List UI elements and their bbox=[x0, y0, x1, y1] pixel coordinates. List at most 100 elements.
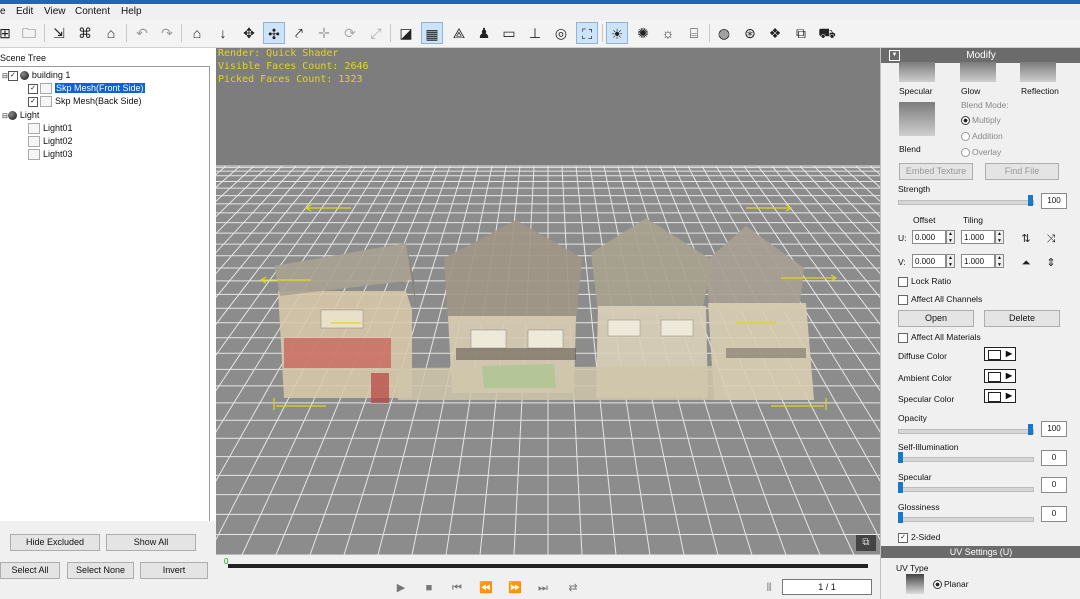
home-view-icon[interactable]: ⌂ bbox=[186, 22, 208, 44]
u-tiling-spinner[interactable]: ▲ ▼ bbox=[995, 230, 1004, 244]
tree-toggle-icon[interactable]: ⊞ bbox=[0, 22, 16, 44]
box-select-icon[interactable]: ◪ bbox=[395, 22, 417, 44]
menu-file[interactable]: e bbox=[0, 6, 6, 17]
flip-v-icon[interactable]: ⏶ bbox=[1015, 252, 1037, 274]
blend-map-tile[interactable] bbox=[899, 102, 935, 136]
hide-excluded-button[interactable]: Hide Excluded bbox=[10, 534, 100, 551]
building-icon[interactable]: ⌸ bbox=[683, 22, 705, 44]
v-tiling-spinner[interactable]: ▲ ▼ bbox=[995, 254, 1004, 268]
v-offset-input[interactable]: 0.000 bbox=[912, 254, 946, 268]
loop-icon[interactable]: ⇄ bbox=[562, 577, 584, 599]
u-offset-input[interactable]: 0.000 bbox=[912, 230, 946, 244]
self-illumination-input[interactable]: 0 bbox=[1041, 450, 1067, 466]
export-icon[interactable]: ⌘ bbox=[74, 22, 96, 44]
glossiness-input[interactable]: 0 bbox=[1041, 506, 1067, 522]
rotate-uv-icon[interactable]: ⤨ bbox=[1040, 228, 1062, 250]
import-icon[interactable]: ⇲ bbox=[48, 22, 70, 44]
diffuse-color-swatch[interactable]: ▶ bbox=[984, 347, 1016, 361]
strength-input[interactable]: 100 bbox=[1041, 193, 1067, 209]
reflection-map-tile[interactable] bbox=[1020, 62, 1056, 82]
grid-icon[interactable]: ▦ bbox=[421, 22, 443, 44]
rotate-icon[interactable]: ⟳ bbox=[339, 22, 361, 44]
tree-item-front-mesh[interactable]: ✓ Skp Mesh(Front Side) bbox=[28, 83, 145, 95]
u-offset-spinner[interactable]: ▲ ▼ bbox=[946, 230, 955, 244]
frame-counter[interactable]: 1 / 1 bbox=[782, 579, 872, 595]
lock-ratio-checkbox[interactable]: Lock Ratio bbox=[898, 276, 951, 287]
translate-icon[interactable]: ✛ bbox=[313, 22, 335, 44]
scale-icon[interactable]: ⤢ bbox=[365, 22, 387, 44]
redo-icon[interactable]: ↷ bbox=[156, 22, 178, 44]
paint-icon[interactable]: ❖ bbox=[764, 22, 786, 44]
invert-button[interactable]: Invert bbox=[140, 562, 208, 579]
opacity-slider[interactable] bbox=[898, 429, 1034, 434]
last-frame-icon[interactable]: ⏭ bbox=[532, 577, 554, 599]
menu-help[interactable]: Help bbox=[121, 6, 142, 17]
sphere-icon[interactable]: ◎ bbox=[550, 22, 572, 44]
embed-texture-button[interactable]: Embed Texture bbox=[899, 163, 973, 180]
opacity-input[interactable]: 100 bbox=[1041, 421, 1067, 437]
axis-icon[interactable]: ⊥ bbox=[524, 22, 546, 44]
tree-item-light02[interactable]: Light02 bbox=[28, 136, 73, 148]
menu-edit[interactable]: Edit bbox=[16, 6, 33, 17]
pick-icon[interactable]: ⤤ bbox=[288, 22, 310, 44]
timeline-menu-icon[interactable]: ⫴ bbox=[758, 577, 780, 599]
overlay-radio[interactable]: Overlay bbox=[961, 147, 1001, 158]
texture-icon[interactable]: ⧉ bbox=[790, 22, 812, 44]
find-file-button[interactable]: Find File bbox=[985, 163, 1059, 180]
checkbox-icon[interactable]: ✓ bbox=[28, 83, 38, 94]
delete-button[interactable]: Delete bbox=[984, 310, 1060, 327]
show-all-button[interactable]: Show All bbox=[106, 534, 196, 551]
self-illumination-slider[interactable] bbox=[898, 457, 1034, 462]
package-icon[interactable]: ⌂ bbox=[100, 22, 122, 44]
next-frame-icon[interactable]: ⏩ bbox=[504, 577, 526, 599]
tree-item-light03[interactable]: Light03 bbox=[28, 149, 73, 161]
specular-level-slider[interactable] bbox=[898, 487, 1034, 492]
checkbox-icon[interactable]: ✓ bbox=[7, 70, 18, 81]
specular-color-swatch[interactable]: ▶ bbox=[984, 389, 1016, 403]
tree-item-back-mesh[interactable]: ✓ Skp Mesh(Back Side) bbox=[28, 96, 142, 108]
move-icon[interactable]: ✥ bbox=[238, 22, 260, 44]
specular-level-input[interactable]: 0 bbox=[1041, 477, 1067, 493]
display-icon[interactable]: ▭ bbox=[498, 22, 520, 44]
tree-item-building[interactable]: ⊟ ✓ building 1 bbox=[2, 70, 70, 81]
orbit-icon[interactable]: ✣ bbox=[263, 22, 285, 44]
open-folder-icon[interactable]: 🗀 bbox=[18, 22, 40, 44]
multiply-radio[interactable]: Multiply bbox=[961, 115, 1001, 126]
two-sided-checkbox[interactable]: ✓ 2-Sided bbox=[898, 532, 940, 543]
material-icon[interactable]: ⊛ bbox=[739, 22, 761, 44]
globe-icon[interactable]: ◍ bbox=[713, 22, 735, 44]
uv-settings-header[interactable]: UV Settings (U) bbox=[881, 546, 1080, 558]
cart-icon[interactable]: ⛟ bbox=[816, 22, 838, 44]
zoom-extents-icon[interactable]: ⛶ bbox=[576, 22, 598, 44]
opacity-slider-thumb[interactable] bbox=[1028, 424, 1033, 435]
collapse-icon[interactable]: ▼ bbox=[889, 50, 900, 61]
specular-map-tile[interactable] bbox=[899, 62, 935, 82]
checkbox-icon[interactable]: ✓ bbox=[28, 96, 38, 107]
figure-icon[interactable]: ♟ bbox=[473, 22, 495, 44]
timeline-start-marker[interactable]: 0 bbox=[224, 557, 228, 566]
self-illumination-slider-thumb[interactable] bbox=[898, 452, 903, 463]
affect-all-materials-checkbox[interactable]: Affect All Materials bbox=[898, 332, 981, 343]
stop-icon[interactable]: ■ bbox=[418, 577, 440, 599]
spot-light-icon[interactable]: ✺ bbox=[632, 22, 654, 44]
glossiness-slider-thumb[interactable] bbox=[898, 512, 903, 523]
restore-viewport-icon[interactable]: ⧉ bbox=[856, 535, 876, 551]
flip-u-icon[interactable]: ⇅ bbox=[1015, 228, 1037, 250]
first-frame-icon[interactable]: ⏮ bbox=[446, 577, 468, 599]
mirror-uv-icon[interactable]: ⇕ bbox=[1040, 252, 1062, 274]
glow-map-tile[interactable] bbox=[960, 62, 996, 82]
glossiness-slider[interactable] bbox=[898, 517, 1034, 522]
play-icon[interactable]: ▶ bbox=[390, 577, 412, 599]
light-icon[interactable]: ☀ bbox=[606, 22, 628, 44]
open-button[interactable]: Open bbox=[898, 310, 974, 327]
tree-item-light-group[interactable]: ⊟ Light bbox=[2, 110, 39, 121]
prev-frame-icon[interactable]: ⏪ bbox=[475, 577, 497, 599]
addition-radio[interactable]: Addition bbox=[961, 131, 1003, 142]
tree-item-light01[interactable]: Light01 bbox=[28, 123, 73, 135]
strength-slider[interactable] bbox=[898, 200, 1034, 205]
select-all-button[interactable]: Select All bbox=[0, 562, 60, 579]
strength-slider-thumb[interactable] bbox=[1028, 195, 1033, 206]
sun-icon[interactable]: ☼ bbox=[657, 22, 679, 44]
lasso-icon[interactable]: ⟁ bbox=[448, 22, 470, 44]
select-none-button[interactable]: Select None bbox=[67, 562, 134, 579]
